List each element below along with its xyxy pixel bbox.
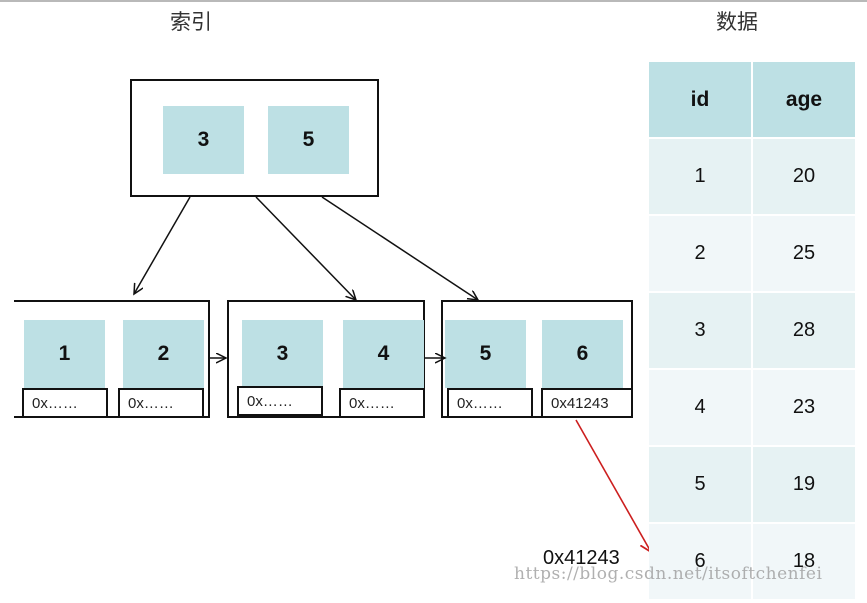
root-to-leaf2-arrow — [255, 196, 356, 300]
cell-age: 28 — [753, 293, 857, 370]
cell-age: 20 — [753, 139, 857, 216]
root-to-leaf3-arrow — [321, 196, 478, 300]
cell-id: 6 — [649, 524, 753, 601]
cell-id: 4 — [649, 370, 753, 447]
cell-id: 3 — [649, 293, 753, 370]
pointer-to-row-arrow — [575, 419, 651, 552]
table-row: 1 20 — [649, 139, 857, 216]
cell-age: 18 — [753, 524, 857, 601]
data-table: id age 1 20 2 25 3 28 4 23 5 19 6 18 — [649, 62, 857, 601]
table-row: 3 28 — [649, 293, 857, 370]
table-row: 5 19 — [649, 447, 857, 524]
root-to-leaf1-arrow — [134, 196, 191, 294]
watermark: https://blog.csdn.net/itsoftchenfei — [514, 564, 823, 584]
cell-id: 1 — [649, 139, 753, 216]
cell-id: 5 — [649, 447, 753, 524]
table-row: 4 23 — [649, 370, 857, 447]
cell-age: 19 — [753, 447, 857, 524]
table-row: 6 18 — [649, 524, 857, 601]
table-row: 2 25 — [649, 216, 857, 293]
header-age: age — [753, 62, 857, 139]
table-header-row: id age — [649, 62, 857, 139]
cell-id: 2 — [649, 216, 753, 293]
cell-age: 25 — [753, 216, 857, 293]
header-id: id — [649, 62, 753, 139]
cell-age: 23 — [753, 370, 857, 447]
